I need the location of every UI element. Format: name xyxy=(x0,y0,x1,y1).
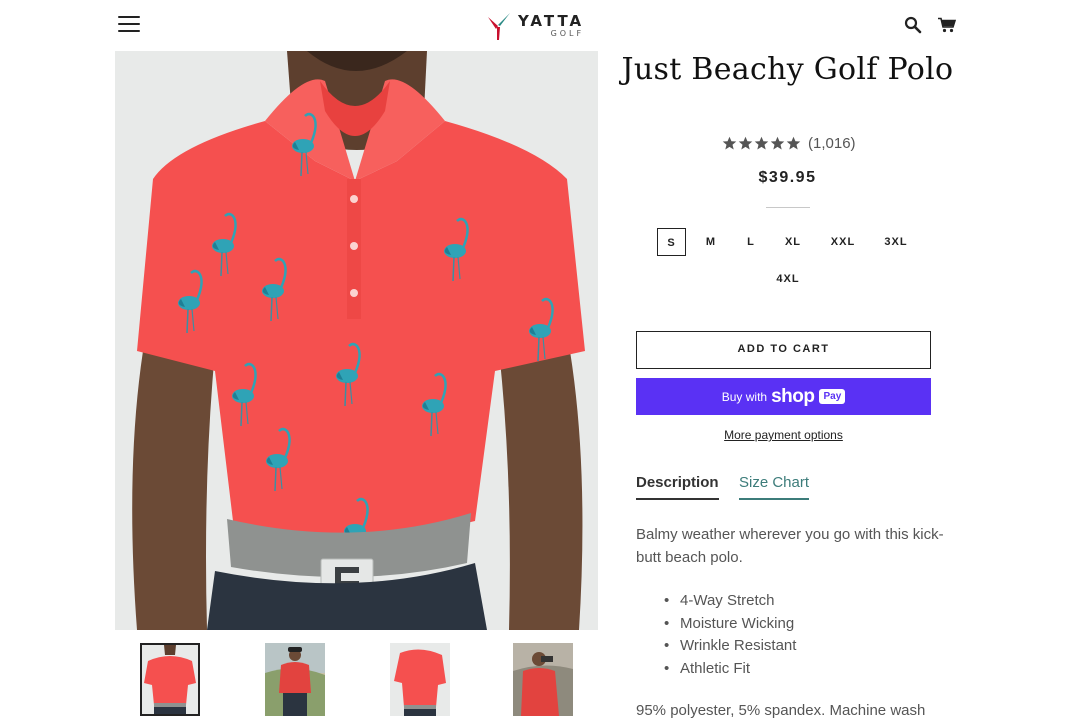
cart-icon[interactable] xyxy=(938,17,956,33)
thumbnail-3[interactable] xyxy=(390,643,450,716)
star-icon xyxy=(786,136,801,149)
yatta-golf-logo[interactable]: YATTA GOLF xyxy=(486,10,584,42)
feature-item: Wrinkle Resistant xyxy=(664,635,796,658)
product-description: Balmy weather wherever you go with this … xyxy=(636,526,944,566)
yatta-logo-mark-icon xyxy=(488,13,510,40)
shop-pay-buy-with: Buy with xyxy=(721,389,768,404)
feature-list: 4-Way Stretch Moisture Wicking Wrinkle R… xyxy=(664,590,796,681)
thumbnail-strip xyxy=(140,643,580,717)
rating-stars xyxy=(722,136,802,151)
tab-description[interactable]: Description xyxy=(636,474,719,500)
feature-item: Athletic Fit xyxy=(664,658,796,681)
feature-item: 4-Way Stretch xyxy=(664,590,796,613)
shop-pay-badge: Pay xyxy=(819,389,846,404)
star-icon xyxy=(754,136,769,149)
thumbnail-1[interactable] xyxy=(140,643,200,716)
tab-size-chart[interactable]: Size Chart xyxy=(739,474,810,500)
more-payment-options-link[interactable]: More payment options xyxy=(636,428,931,442)
product-price: $39.95 xyxy=(758,169,817,186)
search-icon[interactable] xyxy=(904,16,922,34)
logo-name: YATTA xyxy=(518,12,585,30)
logo-sub: GOLF xyxy=(550,29,585,38)
price-divider xyxy=(766,207,810,208)
size-option-l[interactable]: L xyxy=(738,228,764,256)
size-option-3xl[interactable]: 3XL xyxy=(876,228,916,256)
product-rating[interactable]: (1,016) xyxy=(722,133,856,153)
size-option-xxl[interactable]: XXL xyxy=(822,228,864,256)
thumbnail-4[interactable] xyxy=(513,643,573,716)
main-product-image[interactable] xyxy=(115,51,598,630)
size-option-m[interactable]: M xyxy=(698,228,724,256)
product-title: Just Beachy Golf Polo xyxy=(621,52,954,87)
size-option-xl[interactable]: XL xyxy=(776,228,810,256)
material-info: 95% polyester, 5% spandex. Machine wash xyxy=(636,702,926,719)
feature-item: Moisture Wicking xyxy=(664,613,796,636)
rating-count: (1,016) xyxy=(808,134,856,152)
shop-pay-logo: shop xyxy=(771,385,815,407)
size-option-s[interactable]: S xyxy=(657,228,686,256)
star-icon xyxy=(738,136,753,149)
polo-photo-illustration xyxy=(115,51,598,630)
star-icon xyxy=(722,136,737,149)
site-header: YATTA GOLF xyxy=(0,0,1080,50)
size-option-4xl[interactable]: 4XL xyxy=(768,265,808,293)
thumbnail-2[interactable] xyxy=(265,643,325,716)
shop-pay-button[interactable]: Buy with shop Pay xyxy=(636,378,931,415)
star-icon xyxy=(770,136,785,149)
add-to-cart-button[interactable]: ADD TO CART xyxy=(636,331,931,369)
hamburger-menu-icon[interactable] xyxy=(118,16,140,34)
